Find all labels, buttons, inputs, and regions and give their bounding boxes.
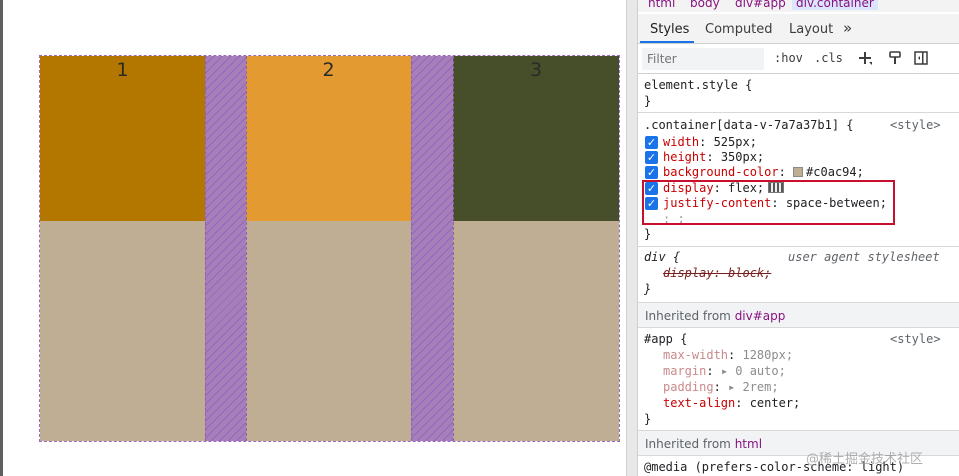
- property-checkbox[interactable]: ✓: [645, 166, 658, 179]
- flex-item-3[interactable]: 3: [453, 56, 619, 221]
- rule-element-style: element.style { }: [638, 74, 959, 114]
- active-tab-indicator: [640, 41, 694, 43]
- cls-button[interactable]: .cls: [814, 51, 843, 65]
- flex-container[interactable]: 1 2 3: [39, 55, 620, 442]
- breadcrumb-div-app[interactable]: div#app: [735, 0, 786, 10]
- inherited-html-link[interactable]: html: [735, 437, 762, 451]
- rule-app: #app { <style> max-width: 1280px; margin…: [638, 328, 959, 430]
- tab-layout[interactable]: Layout: [789, 22, 833, 37]
- toggle-sidebar-icon[interactable]: [912, 50, 930, 68]
- gap-boundary-line: [246, 56, 247, 441]
- tab-computed[interactable]: Computed: [705, 22, 773, 37]
- property-background-color[interactable]: background-color: #c0ac94;: [663, 165, 864, 179]
- more-tabs-icon[interactable]: »: [843, 19, 852, 37]
- gap-boundary-line: [411, 56, 412, 441]
- rule-close: }: [644, 412, 652, 426]
- tab-styles[interactable]: Styles: [650, 22, 689, 37]
- rule-close: }: [644, 227, 652, 241]
- flex-gap-overlay: [411, 56, 453, 441]
- gap-boundary-line: [205, 56, 206, 441]
- watermark: @稀土掘金技术社区: [806, 452, 924, 467]
- breadcrumb-div-container[interactable]: div.container: [792, 0, 878, 10]
- rule-user-agent-div: div { user agent stylesheet display: blo…: [638, 247, 959, 302]
- breadcrumb-body[interactable]: body: [690, 0, 720, 10]
- property-max-width[interactable]: max-width: 1280px;: [663, 348, 793, 362]
- flex-item-label: 1: [116, 59, 129, 81]
- devtools-panel: html body div#app div.container Styles C…: [638, 0, 959, 476]
- rule-selector[interactable]: element.style {: [644, 78, 752, 92]
- flex-gap-overlay: [205, 56, 246, 441]
- hov-button[interactable]: :hov: [774, 51, 803, 65]
- page-viewport: 1 2 3: [0, 0, 626, 476]
- overridden-property-display: display: block;: [663, 266, 772, 280]
- breadcrumb: html body div#app div.container: [638, 0, 959, 12]
- rule-source-link[interactable]: <style>: [890, 118, 941, 132]
- flex-item-label: 2: [322, 59, 335, 81]
- inherited-app-link[interactable]: div#app: [735, 309, 786, 323]
- annotation-highlight-box: [642, 180, 895, 225]
- screenshot-root: 1 2 3 html body div#app div.container St…: [0, 0, 959, 476]
- color-swatch[interactable]: [793, 167, 804, 177]
- property-height[interactable]: height: 350px;: [663, 150, 764, 164]
- rule-selector[interactable]: .container[data-v-7a7a37b1] {: [644, 118, 854, 132]
- rule-selector: div {: [644, 250, 681, 264]
- new-rule-plus-icon[interactable]: [856, 50, 874, 68]
- devtools-tabs: Styles Computed Layout »: [638, 14, 959, 44]
- property-checkbox[interactable]: ✓: [645, 151, 658, 164]
- paint-brush-icon[interactable]: [886, 50, 904, 68]
- filter-input[interactable]: [642, 48, 764, 70]
- devtools-splitter[interactable]: [626, 0, 638, 476]
- rule-selector[interactable]: #app {: [644, 332, 687, 346]
- breadcrumb-html[interactable]: html: [648, 0, 675, 10]
- property-padding[interactable]: padding: ▸ 2rem;: [663, 380, 779, 394]
- rule-close: }: [644, 94, 652, 108]
- rule-source: user agent stylesheet: [788, 250, 940, 264]
- styles-toolbar: :hov .cls: [638, 44, 959, 74]
- flex-item-1[interactable]: 1: [40, 56, 205, 221]
- rule-close: }: [644, 282, 652, 296]
- rule-source-link[interactable]: <style>: [890, 332, 941, 346]
- property-margin[interactable]: margin: ▸ 0 auto;: [663, 364, 786, 378]
- inherited-from-app-header: Inherited from div#app: [638, 302, 959, 328]
- property-text-align[interactable]: text-align: center;: [663, 396, 800, 410]
- gap-boundary-line: [453, 56, 454, 441]
- property-checkbox[interactable]: ✓: [645, 136, 658, 149]
- flex-item-label: 3: [529, 59, 543, 81]
- flex-item-2[interactable]: 2: [246, 56, 411, 221]
- property-width[interactable]: width: 525px;: [663, 135, 757, 149]
